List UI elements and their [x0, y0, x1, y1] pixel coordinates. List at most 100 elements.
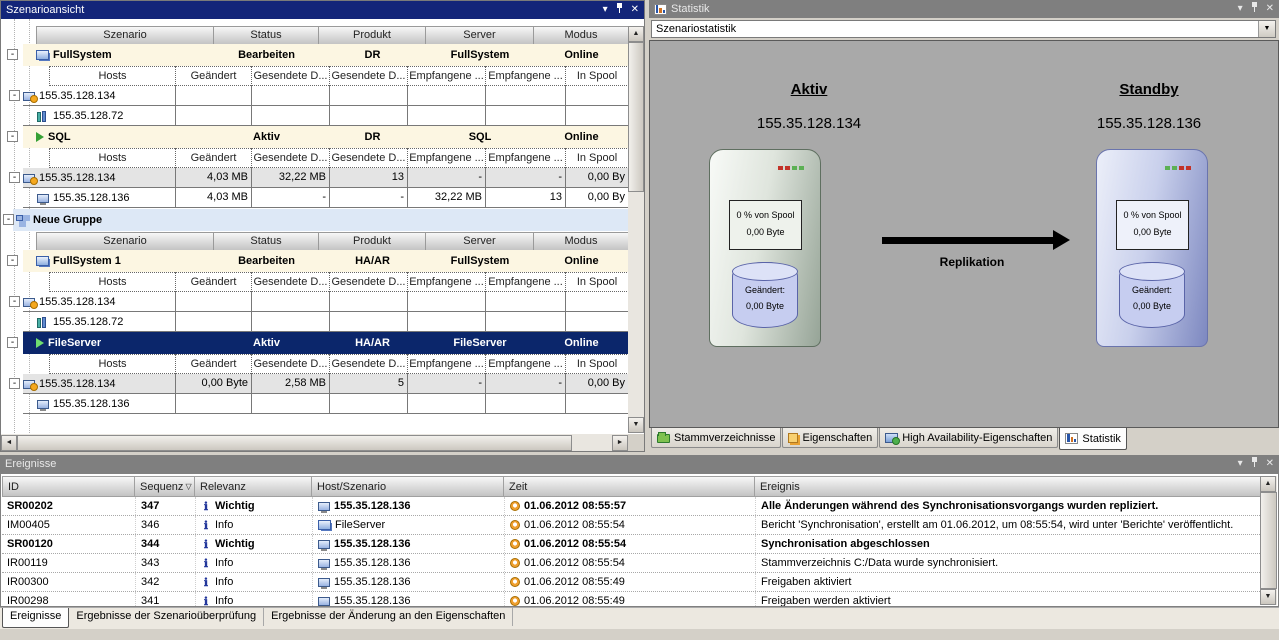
scenario-row[interactable]: -FullSystemBearbeitenDRFullSystemOnline: [1, 44, 629, 66]
scroll-left-icon[interactable]: ◄: [1, 435, 17, 451]
column-header[interactable]: Server: [426, 232, 534, 251]
hosts-column-header[interactable]: Hosts: [49, 66, 175, 86]
scenario-row[interactable]: -FullSystem 1BearbeitenHA/ARFullSystemOn…: [1, 250, 629, 272]
expand-toggle[interactable]: -: [9, 378, 20, 389]
close-icon[interactable]: ✕: [1266, 0, 1274, 18]
close-icon[interactable]: ✕: [631, 1, 639, 19]
hosts-column-header[interactable]: Hosts: [49, 148, 175, 168]
host-row[interactable]: 155.35.128.136: [1, 394, 629, 414]
close-icon[interactable]: ✕: [1266, 455, 1274, 473]
hosts-column-header[interactable]: Gesendete D...: [329, 66, 407, 86]
event-row[interactable]: SR00120344ℹWichtig155.35.128.13601.06.20…: [2, 535, 1260, 554]
hosts-column-header[interactable]: Empfangene ...: [485, 354, 565, 374]
hosts-column-header[interactable]: Geändert: [175, 148, 251, 168]
pin-icon[interactable]: [1251, 0, 1258, 19]
scrollbar-thumb[interactable]: [628, 42, 644, 192]
event-row[interactable]: IM00405346ℹInfoFileServer01.06.2012 08:5…: [2, 516, 1260, 535]
column-header[interactable]: Modus: [534, 232, 629, 251]
expand-toggle[interactable]: -: [9, 296, 20, 307]
hosts-column-header[interactable]: Gesendete D...: [251, 148, 329, 168]
tab-high-availability-eigenschaften[interactable]: High Availability-Eigenschaften: [879, 428, 1058, 448]
hosts-column-header[interactable]: Hosts: [49, 272, 175, 292]
event-row[interactable]: SR00202347ℹWichtig155.35.128.13601.06.20…: [2, 497, 1260, 516]
hosts-column-header[interactable]: Gesendete D...: [329, 354, 407, 374]
host-row[interactable]: -155.35.128.1340,00 Byte2,58 MB5--0,00 B…: [1, 374, 629, 394]
column-header[interactable]: Szenario: [36, 232, 214, 251]
hosts-column-header[interactable]: Gesendete D...: [329, 148, 407, 168]
hosts-column-header[interactable]: Geändert: [175, 272, 251, 292]
pin-icon[interactable]: [1251, 455, 1258, 474]
events-column-header-zeit[interactable]: Zeit: [504, 476, 755, 497]
hosts-column-header[interactable]: Empfangene ...: [407, 148, 485, 168]
hosts-column-header[interactable]: In Spool: [565, 148, 629, 168]
expand-toggle[interactable]: -: [9, 90, 20, 101]
scrollbar-thumb[interactable]: [1260, 492, 1277, 589]
scenario-vertical-scrollbar[interactable]: ▲ ▼: [628, 26, 644, 433]
events-vertical-scrollbar[interactable]: ▲ ▼: [1260, 476, 1277, 605]
hosts-column-header[interactable]: Empfangene ...: [485, 272, 565, 292]
host-row[interactable]: 155.35.128.72: [1, 312, 629, 332]
hosts-column-header[interactable]: In Spool: [565, 66, 629, 86]
events-column-header-sequenz[interactable]: Sequenz▽: [135, 476, 195, 497]
expand-toggle[interactable]: -: [7, 49, 18, 60]
tab-stammverzeichnisse[interactable]: Stammverzeichnisse: [651, 428, 781, 448]
chevron-down-icon[interactable]: ▾: [603, 1, 608, 19]
hosts-column-header[interactable]: Empfangene ...: [407, 272, 485, 292]
event-row[interactable]: IR00300342ℹInfo155.35.128.13601.06.2012 …: [2, 573, 1260, 592]
scroll-up-icon[interactable]: ▲: [1260, 476, 1276, 492]
pin-icon[interactable]: [616, 1, 623, 20]
host-row[interactable]: -155.35.128.1344,03 MB32,22 MB13--0,00 B…: [1, 168, 629, 188]
chevron-down-icon[interactable]: ▾: [1238, 0, 1243, 18]
tab-ereignisse[interactable]: Ereignisse: [2, 608, 69, 628]
expand-toggle[interactable]: -: [3, 214, 14, 225]
hosts-column-header[interactable]: Hosts: [49, 354, 175, 374]
hosts-column-header[interactable]: Gesendete D...: [251, 272, 329, 292]
host-row[interactable]: 155.35.128.1364,03 MB--32,22 MB130,00 By: [1, 188, 629, 208]
hosts-column-header[interactable]: In Spool: [565, 272, 629, 292]
hosts-column-header[interactable]: Geändert: [175, 66, 251, 86]
column-header[interactable]: Server: [426, 26, 534, 45]
hosts-column-header[interactable]: Empfangene ...: [407, 66, 485, 86]
column-header[interactable]: Produkt: [319, 232, 426, 251]
scenario-row[interactable]: -SQLAktivDRSQLOnline: [1, 126, 629, 148]
tab-ergebnisse-der-nderung-an-den-eigenschaften[interactable]: Ergebnisse der Änderung an den Eigenscha…: [264, 608, 513, 626]
expand-toggle[interactable]: -: [7, 255, 18, 266]
chevron-down-icon[interactable]: ▾: [1238, 455, 1243, 473]
hosts-column-header[interactable]: In Spool: [565, 354, 629, 374]
scroll-up-icon[interactable]: ▲: [628, 26, 644, 42]
hosts-column-header[interactable]: Empfangene ...: [485, 148, 565, 168]
scrollbar-thumb[interactable]: [17, 435, 572, 451]
events-column-header-id[interactable]: ID: [2, 476, 135, 497]
statistics-type-dropdown[interactable]: Szenariostatistik ▼: [651, 20, 1276, 38]
events-column-header-ereignis[interactable]: Ereignis: [755, 476, 1262, 497]
hosts-column-header[interactable]: Geändert: [175, 354, 251, 374]
scenario-horizontal-scrollbar[interactable]: ◄ ►: [1, 434, 628, 451]
hosts-column-header[interactable]: Gesendete D...: [251, 354, 329, 374]
tab-eigenschaften[interactable]: Eigenschaften: [782, 428, 878, 448]
hosts-column-header[interactable]: Empfangene ...: [485, 66, 565, 86]
column-header[interactable]: Modus: [534, 26, 629, 45]
expand-toggle[interactable]: -: [7, 131, 18, 142]
events-column-header-relevanz[interactable]: Relevanz: [195, 476, 312, 497]
column-header[interactable]: Status: [214, 232, 319, 251]
chevron-down-icon[interactable]: ▼: [1258, 21, 1275, 37]
scroll-down-icon[interactable]: ▼: [1260, 589, 1276, 605]
tab-statistik[interactable]: Statistik: [1059, 428, 1127, 450]
hosts-column-header[interactable]: Gesendete D...: [251, 66, 329, 86]
scroll-right-icon[interactable]: ►: [612, 435, 628, 451]
column-header[interactable]: Status: [214, 26, 319, 45]
host-row[interactable]: 155.35.128.72: [1, 106, 629, 126]
hosts-column-header[interactable]: Gesendete D...: [329, 272, 407, 292]
host-row[interactable]: -155.35.128.134: [1, 292, 629, 312]
scroll-down-icon[interactable]: ▼: [628, 417, 644, 433]
events-column-header-host-szenario[interactable]: Host/Szenario: [312, 476, 504, 497]
column-header[interactable]: Szenario: [36, 26, 214, 45]
host-row[interactable]: -155.35.128.134: [1, 86, 629, 106]
scenario-row[interactable]: -FileServerAktivHA/ARFileServerOnline: [1, 332, 629, 354]
expand-toggle[interactable]: -: [7, 337, 18, 348]
hosts-column-header[interactable]: Empfangene ...: [407, 354, 485, 374]
event-row[interactable]: IR00119343ℹInfo155.35.128.13601.06.2012 …: [2, 554, 1260, 573]
tab-ergebnisse-der-szenario-berpr-fung[interactable]: Ergebnisse der Szenarioüberprüfung: [69, 608, 264, 626]
expand-toggle[interactable]: -: [9, 172, 20, 183]
column-header[interactable]: Produkt: [319, 26, 426, 45]
